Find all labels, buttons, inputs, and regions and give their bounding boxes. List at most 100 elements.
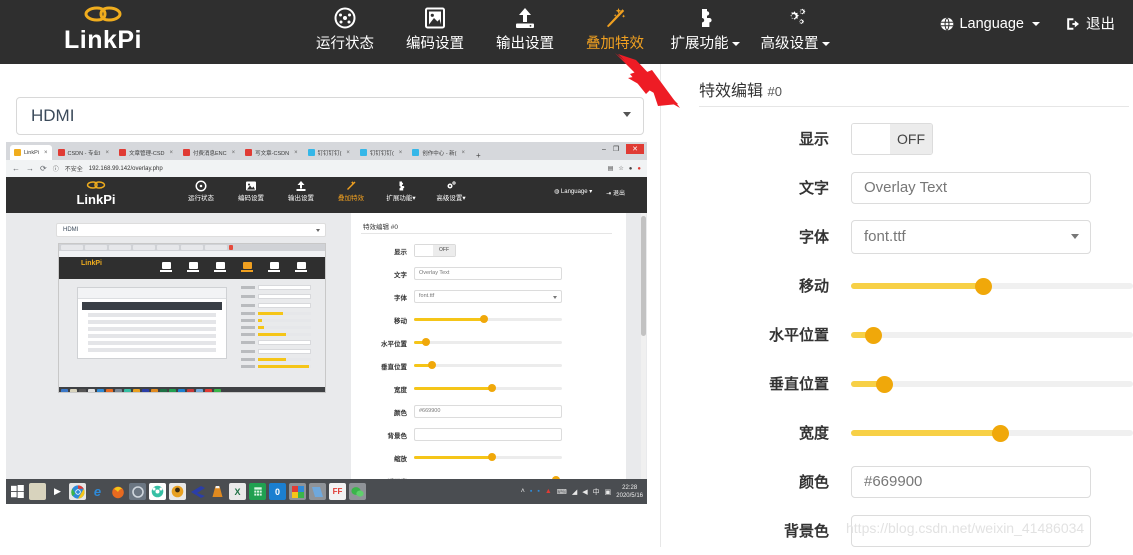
security-info-icon[interactable]: ⓘ xyxy=(53,164,59,173)
reload-icon[interactable]: ⟳ xyxy=(40,164,47,173)
browser-tab[interactable]: 写文章-CSDN × xyxy=(241,145,302,160)
sync-icon[interactable]: ▪ xyxy=(537,488,539,495)
nested-brand[interactable]: LinkPi xyxy=(61,180,131,208)
browser-tab[interactable]: 钉钉钉钉( × xyxy=(355,145,407,160)
wechat-icon[interactable] xyxy=(349,483,366,500)
overlay-text-input[interactable]: Overlay Text xyxy=(414,267,562,280)
font-select[interactable]: font.ttf xyxy=(414,290,562,303)
browser-tab[interactable]: 文章管理-CSD × xyxy=(115,145,177,160)
edge-icon[interactable]: e xyxy=(89,483,106,500)
notepad-icon[interactable] xyxy=(309,483,326,500)
slider-handle[interactable] xyxy=(991,424,1009,442)
arrow-right-icon[interactable]: → xyxy=(26,164,34,173)
nav-item-overlay-effects[interactable]: 叠加特效 xyxy=(570,0,660,53)
vlc-icon[interactable] xyxy=(209,483,226,500)
background-color-input[interactable] xyxy=(851,514,1091,547)
color-input[interactable]: #669900 xyxy=(414,405,562,418)
nav-item-extensions[interactable]: 扩展功能 xyxy=(660,0,750,53)
close-icon[interactable]: × xyxy=(462,150,466,156)
nav-item-running-status[interactable]: 运行状态 xyxy=(300,0,390,53)
slider-handle[interactable] xyxy=(865,326,883,344)
display-toggle[interactable]: OFF xyxy=(851,122,933,155)
foxit-icon[interactable]: FF xyxy=(329,483,346,500)
nav-item-encode-settings[interactable]: 编码设置 xyxy=(390,0,480,53)
user-avatar-icon[interactable]: ● xyxy=(629,166,633,172)
maximize-button[interactable]: ❐ xyxy=(613,145,619,153)
action-center-icon[interactable]: ▣ xyxy=(605,488,612,496)
hidden-icons-icon[interactable]: ˄ xyxy=(521,488,525,495)
source-select[interactable]: HDMI xyxy=(16,97,644,135)
close-icon[interactable]: × xyxy=(346,150,350,156)
language-menu[interactable]: Language xyxy=(940,16,1040,32)
windows-start-icon[interactable] xyxy=(9,483,26,500)
move-slider[interactable] xyxy=(414,314,562,325)
color-input[interactable]: #669900 xyxy=(851,465,1091,498)
logout-button[interactable]: 退出 xyxy=(1066,13,1115,34)
taskbar-clock[interactable]: 22:28 2020/5/16 xyxy=(616,484,643,500)
browser-tab[interactable]: 钉钉钉钉( × xyxy=(303,145,354,160)
vertical-position-slider[interactable] xyxy=(851,375,1133,393)
background-color-input[interactable] xyxy=(414,428,562,441)
nested-nav-item[interactable]: 扩展功能▾ xyxy=(376,180,426,204)
brand-logo[interactable]: LinkPi xyxy=(28,4,178,54)
nested-nav-item[interactable]: 高级设置▾ xyxy=(426,180,476,204)
input-method-icon[interactable]: ⌨ xyxy=(557,488,567,496)
move-slider[interactable] xyxy=(851,277,1133,295)
scale-slider[interactable] xyxy=(414,452,562,463)
close-icon[interactable]: × xyxy=(44,150,48,156)
minimize-button[interactable]: – xyxy=(602,146,606,153)
nested-nav-item[interactable]: 运行状态 xyxy=(176,180,226,204)
display-toggle[interactable]: OFF xyxy=(414,244,456,257)
horizontal-position-slider[interactable] xyxy=(414,337,562,348)
slider-handle[interactable] xyxy=(975,277,993,295)
firefox-icon[interactable] xyxy=(109,483,126,500)
close-icon[interactable]: × xyxy=(232,150,236,156)
close-icon[interactable]: × xyxy=(106,150,110,156)
close-icon[interactable]: × xyxy=(169,150,173,156)
app-orange-icon[interactable] xyxy=(169,483,186,500)
vertical-position-slider[interactable] xyxy=(414,360,562,371)
address-bar[interactable]: 192.168.99.142/overlay.php xyxy=(89,166,163,172)
extension-icon[interactable]: ● xyxy=(637,166,641,172)
volume-icon[interactable]: ◀ xyxy=(582,488,587,496)
media-player-icon[interactable]: ▶ xyxy=(49,483,66,500)
overlay-text-input[interactable]: Overlay Text xyxy=(851,171,1091,204)
app-blue-icon[interactable] xyxy=(189,483,206,500)
nested-logout-button[interactable]: ⇥ 退出 xyxy=(606,188,625,197)
browser-tab[interactable]: CSDN - 专业I × xyxy=(53,145,114,160)
slider-handle[interactable] xyxy=(876,375,894,393)
nested-scrollbar[interactable] xyxy=(641,213,646,504)
cloud-icon[interactable]: ▪ xyxy=(530,488,532,495)
browser-tab[interactable]: 创作中心 - 新( × xyxy=(408,145,470,160)
scrollbar-thumb[interactable] xyxy=(641,216,646,336)
nested-source-select[interactable]: HDMI xyxy=(56,223,326,237)
nested-language-menu[interactable]: ◍ Language ▾ xyxy=(554,188,592,197)
browser-menu-icon[interactable]: ▤ xyxy=(608,165,614,172)
horizontal-position-slider[interactable] xyxy=(851,326,1133,344)
close-icon[interactable]: × xyxy=(294,150,298,156)
browser-icon[interactable] xyxy=(149,483,166,500)
user-icon[interactable]: ▲ xyxy=(545,488,552,495)
bookmark-star-icon[interactable]: ☆ xyxy=(618,165,623,172)
font-select[interactable]: font.ttf xyxy=(851,219,1091,254)
app-teal-icon[interactable]: 0 xyxy=(269,483,286,500)
app-icon[interactable] xyxy=(129,483,146,500)
nested-nav-item[interactable]: 输出设置 xyxy=(276,180,326,204)
calculator-icon[interactable] xyxy=(249,483,266,500)
network-icon[interactable]: ◢ xyxy=(572,488,577,496)
browser-tab[interactable]: 付费消息ENC × xyxy=(179,145,240,160)
excel-icon[interactable]: X xyxy=(229,483,246,500)
chrome-icon[interactable] xyxy=(69,483,86,500)
close-icon[interactable]: × xyxy=(399,150,403,156)
arrow-left-icon[interactable]: ← xyxy=(12,164,20,173)
nested-nav-item[interactable]: 编码设置 xyxy=(226,180,276,204)
nav-item-advanced-settings[interactable]: 高级设置 xyxy=(750,0,840,53)
file-explorer-icon[interactable] xyxy=(29,483,46,500)
close-window-button[interactable]: ✕ xyxy=(626,144,644,154)
width-slider[interactable] xyxy=(414,383,562,394)
ime-icon[interactable]: 中 xyxy=(593,487,600,497)
new-tab-button[interactable]: + xyxy=(471,151,486,160)
colorpicker-icon[interactable] xyxy=(289,483,306,500)
nav-item-output-settings[interactable]: 输出设置 xyxy=(480,0,570,53)
browser-tab[interactable]: LinkPi × xyxy=(10,145,52,160)
